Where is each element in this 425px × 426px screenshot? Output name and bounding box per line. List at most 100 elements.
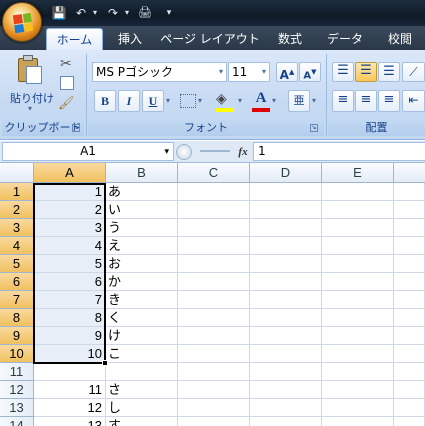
cell-b[interactable]: う <box>106 219 178 237</box>
cell-b[interactable]: い <box>106 201 178 219</box>
cell-e[interactable] <box>322 399 394 417</box>
select-all-button[interactable] <box>0 163 34 183</box>
tab-review[interactable]: 校閲 <box>378 28 422 50</box>
cell-e[interactable] <box>322 381 394 399</box>
font-color-dropdown-icon[interactable]: ▾ <box>272 96 276 105</box>
cell-f[interactable] <box>394 273 425 291</box>
cell-a[interactable] <box>34 363 106 381</box>
cell-b[interactable]: お <box>106 255 178 273</box>
cell-c[interactable] <box>178 363 250 381</box>
row-header[interactable]: 13 <box>0 399 34 417</box>
cell-b[interactable]: え <box>106 237 178 255</box>
phonetic-dropdown-icon[interactable]: ▾ <box>312 96 316 105</box>
orientation-icon[interactable]: ⟋ <box>402 62 425 82</box>
cell-e[interactable] <box>322 363 394 381</box>
cell-a[interactable]: 11 <box>34 381 106 399</box>
row-header[interactable]: 8 <box>0 309 34 327</box>
decrease-indent-icon[interactable]: ⇤ <box>402 90 425 112</box>
cell-d[interactable] <box>250 291 322 309</box>
cell-a[interactable]: 2 <box>34 201 106 219</box>
cell-c[interactable] <box>178 327 250 345</box>
undo-dropdown-icon[interactable]: ▾ <box>86 4 104 22</box>
formula-input[interactable]: 1 <box>253 142 425 161</box>
cell-d[interactable] <box>250 309 322 327</box>
align-left-icon[interactable]: ≡ <box>332 90 354 112</box>
copy-icon[interactable] <box>60 76 74 90</box>
clipboard-launcher-icon[interactable]: ↘ <box>72 124 80 132</box>
save-icon[interactable]: 💾 <box>50 4 68 22</box>
cell-c[interactable] <box>178 201 250 219</box>
column-header-f[interactable] <box>394 163 425 183</box>
cell-c[interactable] <box>178 291 250 309</box>
align-top-icon[interactable]: ☰ <box>332 62 354 82</box>
cell-a[interactable]: 3 <box>34 219 106 237</box>
row-header[interactable]: 12 <box>0 381 34 399</box>
format-painter-icon[interactable]: 🖌 <box>58 96 76 111</box>
cell-f[interactable] <box>394 291 425 309</box>
underline-button[interactable]: U <box>142 90 164 112</box>
cell-f[interactable] <box>394 255 425 273</box>
cell-d[interactable] <box>250 201 322 219</box>
column-header-d[interactable]: D <box>250 163 322 183</box>
row-header[interactable]: 6 <box>0 273 34 291</box>
italic-button[interactable]: I <box>118 90 140 112</box>
cell-d[interactable] <box>250 237 322 255</box>
cell-e[interactable] <box>322 201 394 219</box>
cell-a[interactable]: 4 <box>34 237 106 255</box>
cell-d[interactable] <box>250 183 322 201</box>
cell-d[interactable] <box>250 273 322 291</box>
row-header[interactable]: 3 <box>0 219 34 237</box>
cell-f[interactable] <box>394 201 425 219</box>
cell-c[interactable] <box>178 273 250 291</box>
cell-e[interactable] <box>322 345 394 363</box>
align-middle-icon[interactable]: ☰ <box>355 62 377 82</box>
row-header[interactable]: 9 <box>0 327 34 345</box>
cell-f[interactable] <box>394 219 425 237</box>
cell-d[interactable] <box>250 381 322 399</box>
align-bottom-icon[interactable]: ☰ <box>378 62 400 82</box>
cell-a[interactable]: 1 <box>34 183 106 201</box>
paste-dropdown-icon[interactable]: ▾ <box>28 104 32 113</box>
cell-b[interactable]: し <box>106 399 178 417</box>
font-launcher-icon[interactable]: ↘ <box>310 124 318 132</box>
cell-b[interactable]: あ <box>106 183 178 201</box>
cell-e[interactable] <box>322 237 394 255</box>
cell-e[interactable] <box>322 219 394 237</box>
column-header-c[interactable]: C <box>178 163 250 183</box>
cell-c[interactable] <box>178 381 250 399</box>
insert-function-icon[interactable]: fx <box>234 143 252 161</box>
align-right-icon[interactable]: ≡ <box>378 90 400 112</box>
cell-a[interactable]: 10 <box>34 345 106 363</box>
tab-data[interactable]: データ <box>320 28 370 50</box>
bold-button[interactable]: B <box>94 90 116 112</box>
cell-c[interactable] <box>178 399 250 417</box>
tab-home[interactable]: ホーム <box>46 28 103 50</box>
phonetic-guide-icon[interactable]: 亜 <box>288 90 310 112</box>
cell-d[interactable] <box>250 345 322 363</box>
name-box[interactable]: A1 ▾ <box>2 142 174 161</box>
underline-dropdown-icon[interactable]: ▾ <box>166 96 170 105</box>
tab-page-layout[interactable]: ページ レイアウト <box>160 28 260 50</box>
tab-insert[interactable]: 挿入 <box>108 28 152 50</box>
cell-e[interactable] <box>322 291 394 309</box>
redo-dropdown-icon[interactable]: ▾ <box>118 4 136 22</box>
cell-a[interactable]: 9 <box>34 327 106 345</box>
cell-b[interactable]: さ <box>106 381 178 399</box>
cell-c[interactable] <box>178 255 250 273</box>
splitter-handle[interactable] <box>200 150 230 152</box>
office-button[interactable] <box>2 2 42 42</box>
cell-d[interactable] <box>250 219 322 237</box>
chevron-down-icon[interactable]: ▾ <box>164 144 169 161</box>
cell-d[interactable] <box>250 417 322 426</box>
cell-b[interactable]: き <box>106 291 178 309</box>
column-header-b[interactable]: B <box>106 163 178 183</box>
borders-dropdown-icon[interactable]: ▾ <box>198 96 202 105</box>
cell-c[interactable] <box>178 345 250 363</box>
cell-b[interactable]: け <box>106 327 178 345</box>
cell-d[interactable] <box>250 327 322 345</box>
cell-f[interactable] <box>394 183 425 201</box>
cell-f[interactable] <box>394 309 425 327</box>
cell-e[interactable] <box>322 273 394 291</box>
cell-c[interactable] <box>178 309 250 327</box>
font-size-combo[interactable]: 11 ▾ <box>228 62 270 82</box>
